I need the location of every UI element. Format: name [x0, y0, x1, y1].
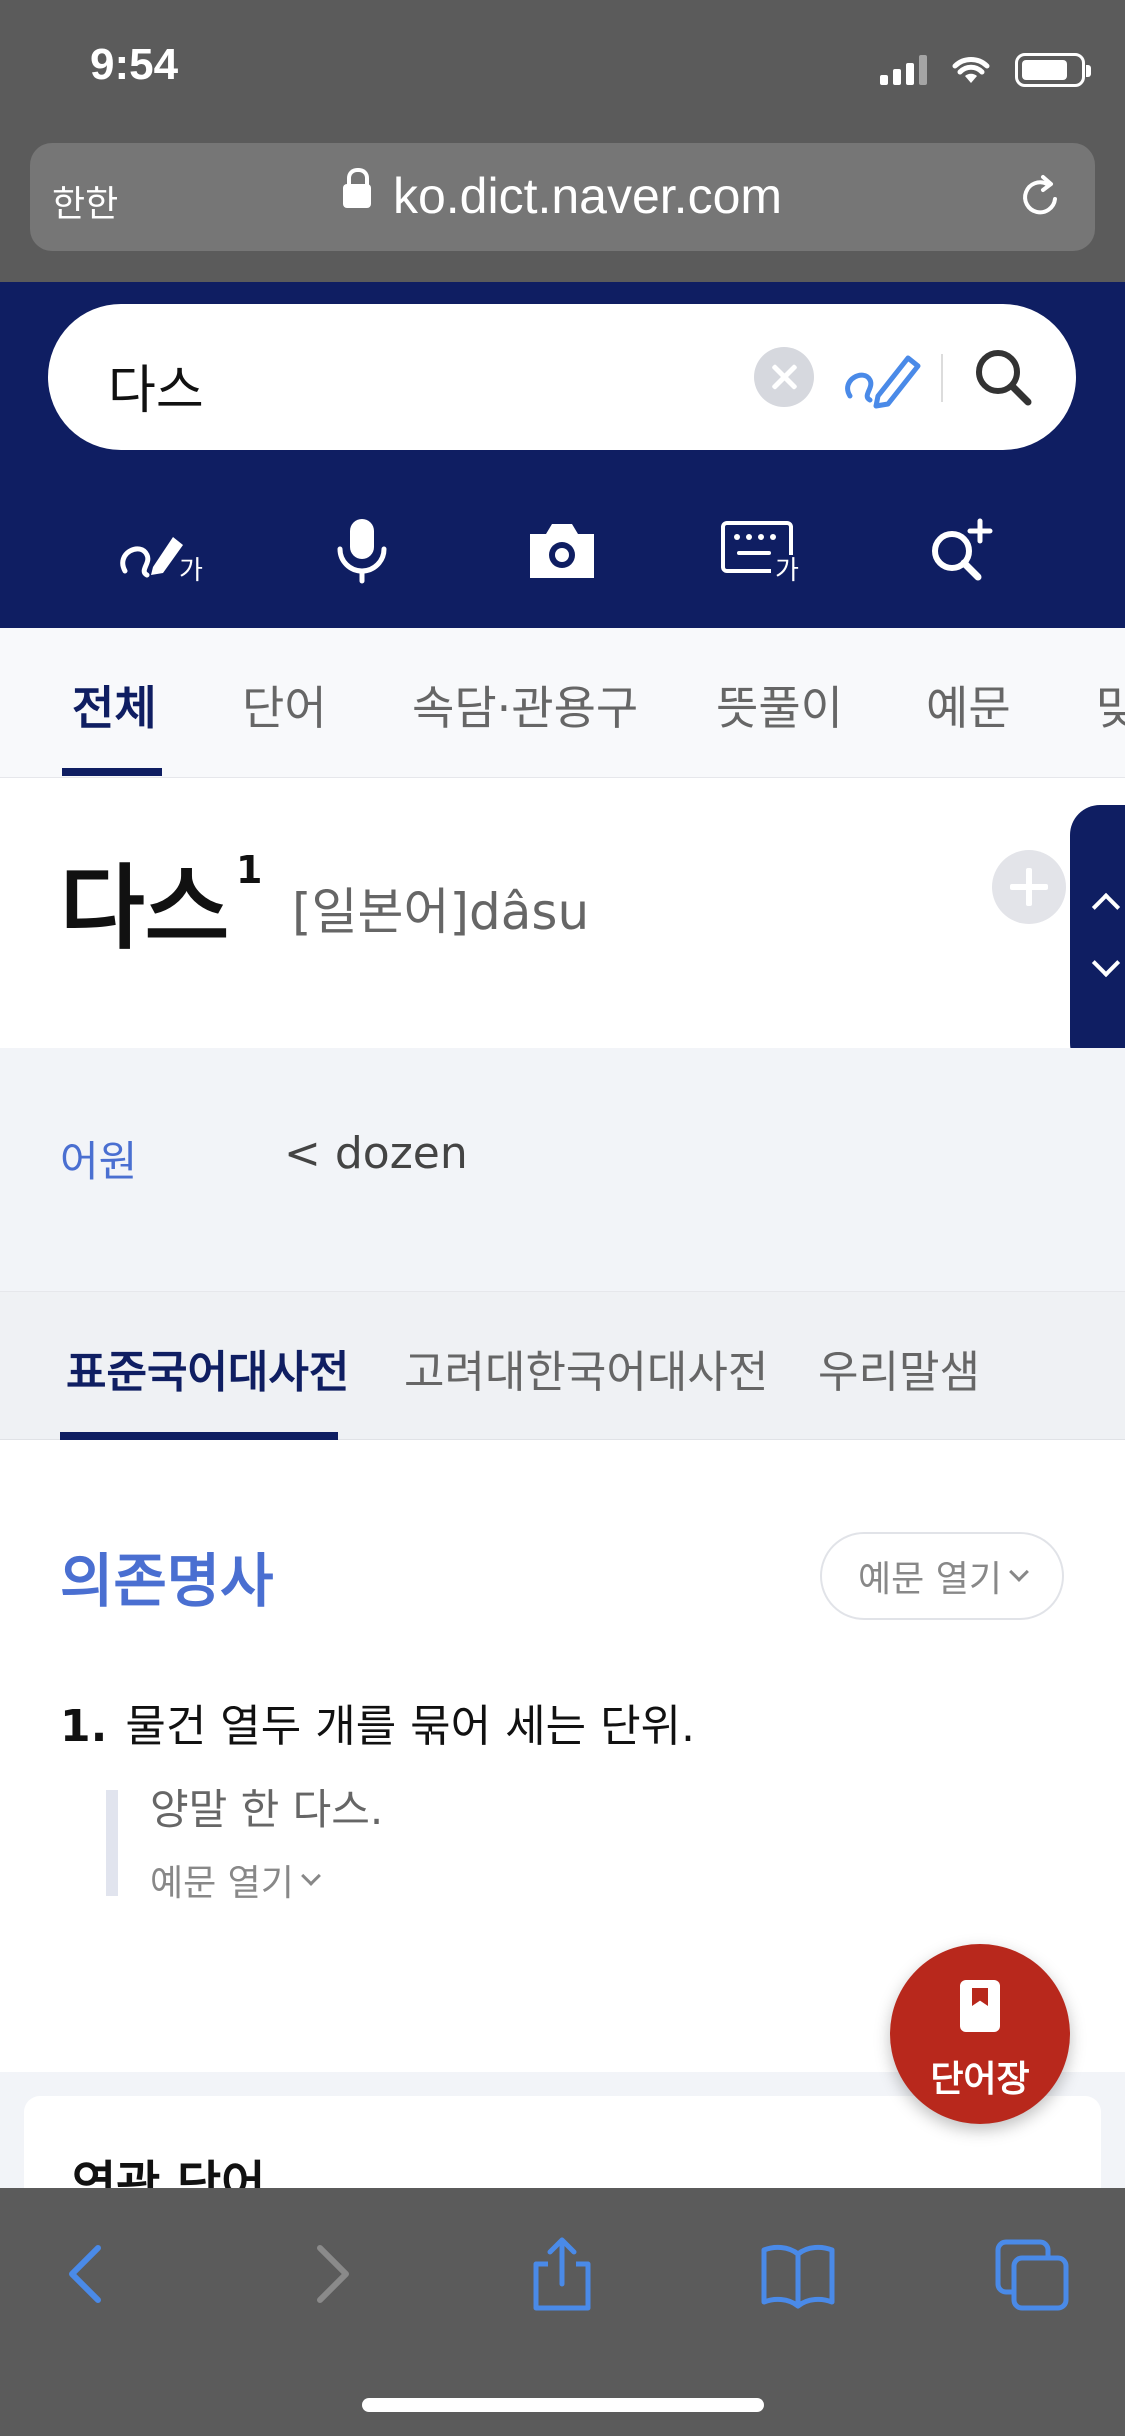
status-icons [880, 48, 1091, 92]
svg-text:가: 가 [775, 556, 799, 583]
open-examples-label: 예문 열기 [858, 1559, 1002, 1600]
entry-header: 다스 1 [일본어]dâsu [0, 778, 1125, 1048]
chevron-down-icon [301, 1866, 321, 1886]
lock-icon [342, 167, 371, 208]
cellular-signal-icon [880, 55, 927, 85]
url-text: ko.dict.naver.com [392, 168, 783, 224]
result-tabs: 전체 단어 속담·관용구 뜻풀이 예문 맞 [0, 628, 1125, 778]
tab-all[interactable]: 전체 [72, 672, 157, 738]
keyboard-icon: 가 [721, 521, 805, 583]
dictionary-tabs: 표준국어대사전 고려대한국어대사전 우리말샘 [0, 1292, 1125, 1440]
microphone-icon [337, 519, 387, 584]
dict-tab-active-underline [60, 1432, 338, 1440]
keyboard-input-button[interactable]: 가 [712, 500, 812, 600]
back-icon[interactable] [48, 2234, 128, 2314]
handwriting-input-button[interactable]: 가 [112, 500, 212, 600]
clear-search-button[interactable] [754, 347, 814, 407]
search-tools: 가 가 [0, 500, 1125, 600]
search-header: 다스 가 가 [0, 282, 1125, 628]
handwriting-ga-icon: 가 [120, 537, 203, 585]
wordbook-button[interactable]: 단어장 [890, 1944, 1070, 2124]
tab-more[interactable]: 맞 [1096, 672, 1125, 738]
definition-number: 1. [60, 1701, 108, 1752]
definition: 1. 물건 열두 개를 묶어 세는 단위. [60, 1690, 695, 1754]
search-icon[interactable] [968, 342, 1038, 412]
voice-search-button[interactable] [312, 500, 412, 600]
battery-icon [1015, 53, 1091, 87]
tab-example[interactable]: 예문 [926, 672, 1011, 738]
bookmarks-icon[interactable] [758, 2234, 838, 2314]
tab-idiom[interactable]: 속담·관용구 [412, 672, 638, 738]
home-indicator [362, 2398, 764, 2412]
etymology-label: 어원 [60, 1137, 138, 1186]
handwriting-icon[interactable] [844, 344, 924, 410]
camera-icon [530, 524, 594, 578]
forward-icon[interactable] [290, 2234, 370, 2314]
entry-navigator[interactable] [1070, 805, 1125, 1073]
search-plus-icon [932, 518, 993, 581]
tab-meaning[interactable]: 뜻풀이 [716, 672, 843, 738]
status-time: 9:54 [90, 40, 179, 89]
open-example-link[interactable]: 예문 열기 [150, 1854, 321, 1906]
homograph-number: 1 [236, 848, 263, 892]
add-to-wordbook-button[interactable] [992, 850, 1066, 924]
part-of-speech: 의존명사 [60, 1547, 274, 1615]
headword: 다스 [60, 855, 230, 962]
advanced-search-button[interactable] [912, 500, 1012, 600]
wordbook-label: 단어장 [930, 2059, 1030, 2100]
reload-icon[interactable] [1017, 173, 1065, 221]
open-examples-button[interactable]: 예문 열기 [820, 1532, 1064, 1620]
svg-text:가: 가 [179, 556, 203, 585]
etymology-section: 어원 < dozen [0, 1048, 1125, 1292]
chevron-down-icon[interactable] [1091, 948, 1121, 978]
url-bar[interactable]: 한한 ko.dict.naver.com [30, 143, 1095, 251]
image-search-button[interactable] [512, 500, 612, 600]
search-input[interactable]: 다스 [108, 348, 204, 423]
open-example-label: 예문 열기 [150, 1863, 294, 1904]
tab-urimalsaem[interactable]: 우리말샘 [818, 1336, 980, 1400]
example-quote-bar [106, 1790, 118, 1896]
search-box[interactable]: 다스 [48, 304, 1076, 450]
url-display[interactable]: ko.dict.naver.com [30, 167, 1095, 225]
definition-text: 물건 열두 개를 묶어 세는 단위. [125, 1701, 696, 1752]
example-sentence: 양말 한 다스. [150, 1785, 384, 1834]
word-origin: [일본어]dâsu [292, 883, 590, 941]
search-divider [941, 354, 943, 402]
bookmark-icon [960, 1980, 1000, 2032]
tab-standard-dictionary[interactable]: 표준국어대사전 [66, 1336, 349, 1400]
wifi-icon [952, 57, 990, 83]
share-icon[interactable] [522, 2234, 602, 2314]
chevron-down-icon [1009, 1562, 1029, 1582]
etymology-value: < dozen [284, 1128, 468, 1179]
tab-korea-univ-dictionary[interactable]: 고려대한국어대사전 [404, 1336, 768, 1400]
tabs-icon[interactable] [992, 2234, 1072, 2314]
tab-active-underline [62, 768, 162, 776]
browser-chrome: 9:54 한한 ko.dict.naver.com [0, 0, 1125, 282]
chevron-up-icon[interactable] [1091, 892, 1121, 922]
tab-word[interactable]: 단어 [242, 672, 327, 738]
